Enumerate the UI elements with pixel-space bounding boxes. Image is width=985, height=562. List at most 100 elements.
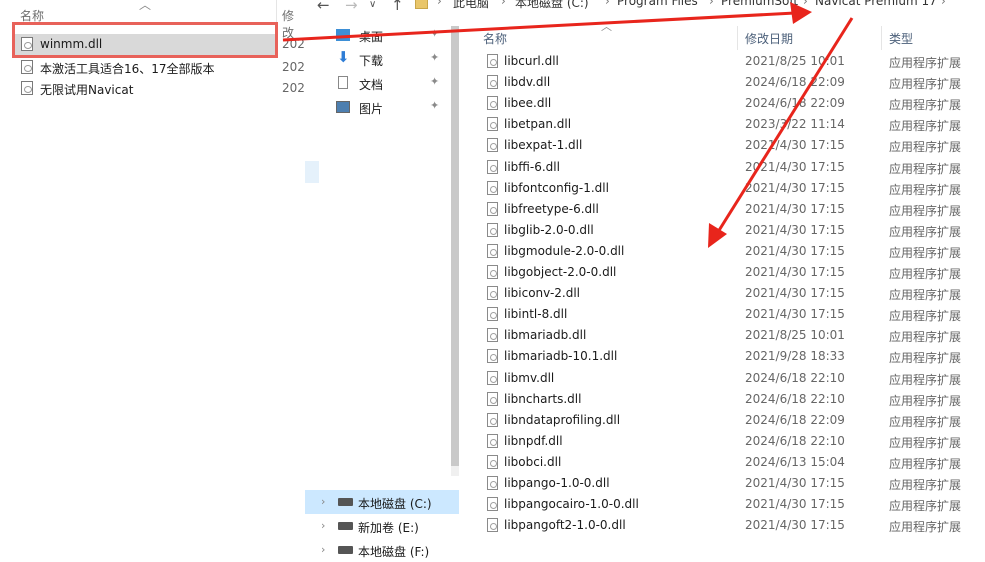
file-row[interactable]: libpango-1.0-0.dll 2021/4/30 17:15 应用程序扩展: [465, 473, 985, 494]
file-row[interactable]: libintl-8.dll 2021/4/30 17:15 应用程序扩展: [465, 304, 985, 325]
left-col-date[interactable]: 修改: [282, 7, 305, 41]
pin-icon[interactable]: ✦: [430, 27, 439, 40]
quick-access-desktop[interactable]: 桌面 ✦: [336, 24, 451, 46]
source-explorer-window: ︿ 名称 修改 winmm.dll 202 本激活工具适合16、17全部版本 2…: [0, 0, 305, 544]
left-file-row[interactable]: 本激活工具适合16、17全部版本 202: [14, 57, 305, 78]
breadcrumb-chevron-icon[interactable]: ›: [437, 0, 442, 8]
file-row[interactable]: libcurl.dll 2021/8/25 10:01 应用程序扩展: [465, 51, 985, 72]
dll-file-icon: [487, 96, 498, 111]
column-divider[interactable]: [737, 26, 738, 50]
file-row[interactable]: libncharts.dll 2024/6/18 22:10 应用程序扩展: [465, 389, 985, 410]
breadcrumb-drive-c[interactable]: 本地磁盘 (C:): [515, 0, 589, 11]
breadcrumb-this-pc[interactable]: 此电脑: [453, 0, 489, 11]
file-name: libexpat-1.dll: [504, 138, 583, 153]
dll-file-icon: [487, 328, 498, 343]
breadcrumb-navicat[interactable]: Navicat Premium 17: [815, 0, 937, 8]
quick-access-downloads[interactable]: ⬇ 下载 ✦: [336, 48, 451, 70]
file-name: libfontconfig-1.dll: [504, 180, 609, 195]
nav-scrollbar[interactable]: [451, 26, 459, 476]
file-row[interactable]: libexpat-1.dll 2021/4/30 17:15 应用程序扩展: [465, 135, 985, 156]
drive-icon: [338, 546, 353, 554]
file-name: libdv.dll: [504, 75, 551, 90]
pin-icon[interactable]: ✦: [430, 99, 439, 112]
address-bar-row: ← → ∨ ↑ › 此电脑 › 本地磁盘 (C:) › Program File…: [305, 0, 985, 16]
file-row[interactable]: libmariadb.dll 2021/8/25 10:01 应用程序扩展: [465, 325, 985, 346]
file-row[interactable]: libnpdf.dll 2024/6/18 22:10 应用程序扩展: [465, 431, 985, 452]
left-file-name: 本激活工具适合16、17全部版本: [40, 62, 215, 76]
file-date: 2024/6/18 22:09: [745, 96, 845, 111]
file-row[interactable]: libndataprofiling.dll 2024/6/18 22:09 应用程序…: [465, 410, 985, 431]
expand-chevron-icon[interactable]: ›: [321, 495, 325, 508]
file-row[interactable]: libmv.dll 2024/6/18 22:10 应用程序扩展: [465, 368, 985, 389]
dll-file-icon: [487, 222, 498, 237]
file-row[interactable]: libiconv-2.dll 2021/4/30 17:15 应用程序扩展: [465, 283, 985, 304]
file-row[interactable]: libfontconfig-1.dll 2021/4/30 17:15 应用程序扩展: [465, 178, 985, 199]
left-file-date: 202: [282, 81, 305, 95]
expand-chevron-icon[interactable]: ›: [321, 543, 325, 556]
file-row[interactable]: libffi-6.dll 2021/4/30 17:15 应用程序扩展: [465, 157, 985, 178]
drive-item-e[interactable]: › 新加卷 (E:): [305, 514, 459, 538]
file-row[interactable]: libgobject-2.0-0.dll 2021/4/30 17:15 应用程序扩…: [465, 262, 985, 283]
column-header-date[interactable]: 修改日期: [745, 30, 793, 47]
column-header-type[interactable]: 类型: [889, 30, 913, 47]
breadcrumb-premiumsoft[interactable]: PremiumSoft: [721, 0, 798, 8]
breadcrumb-chevron-icon[interactable]: ›: [501, 0, 506, 8]
file-date: 2021/9/28 18:33: [745, 349, 845, 364]
pin-icon[interactable]: ✦: [430, 51, 439, 64]
dll-file-icon: [487, 180, 498, 195]
left-file-name: 无限试用Navicat: [40, 83, 134, 97]
back-arrow-icon[interactable]: ←: [317, 0, 330, 14]
pin-icon[interactable]: ✦: [430, 75, 439, 88]
file-row[interactable]: libee.dll 2024/6/18 22:09 应用程序扩展: [465, 93, 985, 114]
column-header-name[interactable]: 名称: [483, 30, 507, 47]
file-row[interactable]: libdv.dll 2024/6/18 22:09 应用程序扩展: [465, 72, 985, 93]
breadcrumb-chevron-icon[interactable]: ›: [605, 0, 610, 8]
address-box[interactable]: › 此电脑 › 本地磁盘 (C:) › Program Files › Prem…: [409, 0, 985, 14]
file-row[interactable]: libpangoft2-1.0-0.dll 2021/4/30 17:15 应用程序…: [465, 515, 985, 536]
file-row[interactable]: libpangocairo-1.0-0.dll 2021/4/30 17:15 应用…: [465, 494, 985, 515]
quick-access-documents[interactable]: 文档 ✦: [336, 72, 451, 94]
recent-chevron-icon[interactable]: ∨: [369, 0, 376, 10]
file-name: libiconv-2.dll: [504, 286, 581, 301]
file-name: libglib-2.0-0.dll: [504, 222, 594, 237]
file-row[interactable]: libglib-2.0-0.dll 2021/4/30 17:15 应用程序扩展: [465, 220, 985, 241]
file-type: 应用程序扩展: [889, 435, 962, 450]
breadcrumb-program-files[interactable]: Program Files: [617, 0, 698, 8]
expand-chevron-icon[interactable]: ›: [321, 519, 325, 532]
forward-arrow-icon[interactable]: →: [345, 0, 358, 14]
file-date: 2021/4/30 17:15: [745, 222, 845, 237]
file-name: libpango-1.0-0.dll: [504, 476, 610, 490]
quick-access-label: 文档: [359, 78, 384, 92]
breadcrumb-chevron-icon[interactable]: ›: [803, 0, 808, 8]
left-file-row[interactable]: 无限试用Navicat 202: [14, 78, 305, 99]
drive-item-f[interactable]: › 本地磁盘 (F:): [305, 538, 459, 562]
file-date: 2021/4/30 17:15: [745, 497, 845, 512]
quick-access-pictures[interactable]: 图片 ✦: [336, 96, 451, 118]
download-icon: ⬇: [337, 48, 350, 66]
file-type: 应用程序扩展: [889, 309, 962, 324]
text-file-icon: [21, 60, 33, 74]
breadcrumb-chevron-icon[interactable]: ›: [709, 0, 714, 8]
file-name: libintl-8.dll: [504, 307, 568, 322]
nav-hover-mark: [305, 161, 319, 183]
file-name: libpangocairo-1.0-0.dll: [504, 497, 639, 512]
file-type: 应用程序扩展: [889, 140, 962, 155]
breadcrumb-chevron-icon[interactable]: ›: [941, 0, 946, 8]
dll-file-icon: [487, 349, 498, 364]
file-row[interactable]: libobci.dll 2024/6/13 15:04 应用程序扩展: [465, 452, 985, 473]
up-arrow-icon[interactable]: ↑: [391, 0, 404, 14]
folder-icon: [415, 0, 428, 9]
file-row[interactable]: libgmodule-2.0-0.dll 2021/4/30 17:15 应用程序扩…: [465, 241, 985, 262]
file-name: libpangoft2-1.0-0.dll: [504, 518, 626, 533]
file-name: libgobject-2.0-0.dll: [504, 265, 617, 279]
column-divider[interactable]: [881, 26, 882, 50]
nav-scrollbar-thumb[interactable]: [451, 26, 459, 466]
file-type: 应用程序扩展: [889, 245, 962, 260]
file-date: 2021/4/30 17:15: [745, 286, 845, 301]
drive-item-c[interactable]: › 本地磁盘 (C:): [305, 490, 459, 514]
file-row[interactable]: libetpan.dll 2023/3/22 11:14 应用程序扩展: [465, 114, 985, 135]
file-date: 2024/6/18 22:10: [745, 370, 845, 385]
file-row[interactable]: libfreetype-6.dll 2021/4/30 17:15 应用程序扩展: [465, 199, 985, 220]
file-row[interactable]: libmariadb-10.1.dll 2021/9/28 18:33 应用程序扩展: [465, 346, 985, 367]
quick-access-label: 下载: [359, 54, 384, 68]
